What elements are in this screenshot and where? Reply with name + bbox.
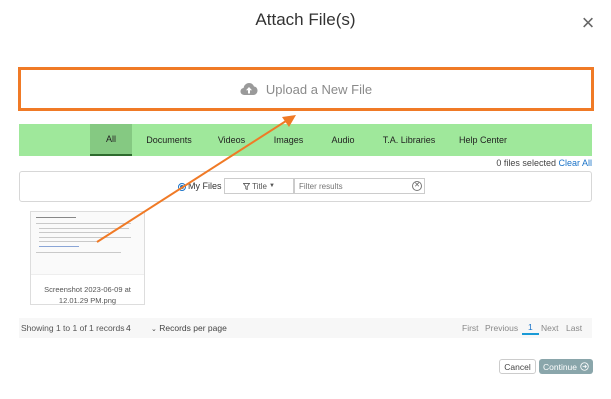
tab-documents[interactable]: Documents [139, 124, 199, 156]
cancel-button[interactable]: Cancel [499, 359, 536, 374]
tab-audio[interactable]: Audio [322, 124, 364, 156]
selection-info: 0 files selected Clear All [400, 158, 592, 168]
file-name: Screenshot 2023-06-09 at 12.01.29 PM.png [44, 285, 131, 305]
tab-all[interactable]: All [90, 124, 132, 156]
continue-label: Continue [542, 361, 578, 372]
tab-ta-libraries[interactable]: T.A. Libraries [379, 124, 439, 156]
cloud-upload-icon [240, 83, 258, 95]
continue-button[interactable]: Continue [539, 359, 593, 374]
per-page-select[interactable]: 4 [126, 323, 131, 333]
first-page-link[interactable]: First [462, 323, 479, 333]
tab-videos[interactable]: Videos [209, 124, 254, 156]
my-files-label: My Files [188, 181, 222, 191]
clear-all-link[interactable]: Clear All [558, 158, 592, 168]
upload-label: Upload a New File [265, 81, 373, 97]
clear-search-icon[interactable]: ✕ [412, 181, 422, 191]
sort-select[interactable]: Title ▼ [224, 178, 294, 194]
file-card[interactable]: Screenshot 2023-06-09 at 12.01.29 PM.png [30, 211, 145, 305]
records-per-page-dropdown[interactable]: ⌄ Records per page [151, 323, 227, 333]
filter-results-input[interactable] [294, 178, 425, 194]
close-icon[interactable]: × [578, 12, 598, 34]
dialog-title: Attach File(s) [255, 10, 356, 29]
caret-down-icon: ▼ [268, 183, 275, 189]
sort-label: Title [252, 181, 267, 191]
upload-new-file-button[interactable]: Upload a New File [18, 67, 594, 111]
tab-images[interactable]: Images [266, 124, 311, 156]
next-page-link[interactable]: Next [541, 323, 558, 333]
records-summary: Showing 1 to 1 of 1 records [21, 323, 125, 333]
records-per-page-label: Records per page [159, 323, 227, 333]
selected-count: 0 files selected [496, 158, 556, 168]
filter-bar: My Files Title ▼ ✕ [19, 171, 592, 202]
file-thumbnail [31, 212, 144, 275]
previous-page-link[interactable]: Previous [485, 323, 518, 333]
chevron-down-icon: ⌄ [151, 326, 157, 333]
filter-icon [243, 182, 251, 190]
pagination-bar: Showing 1 to 1 of 1 records 4 ⌄ Records … [19, 318, 592, 338]
my-files-radio[interactable] [178, 183, 186, 191]
last-page-link[interactable]: Last [566, 323, 582, 333]
tab-help-center[interactable]: Help Center [454, 124, 512, 156]
file-type-tabs: All Documents Videos Images Audio T.A. L… [19, 124, 592, 156]
current-page[interactable]: 1 [522, 322, 539, 335]
arrow-right-circle-icon [580, 362, 589, 371]
